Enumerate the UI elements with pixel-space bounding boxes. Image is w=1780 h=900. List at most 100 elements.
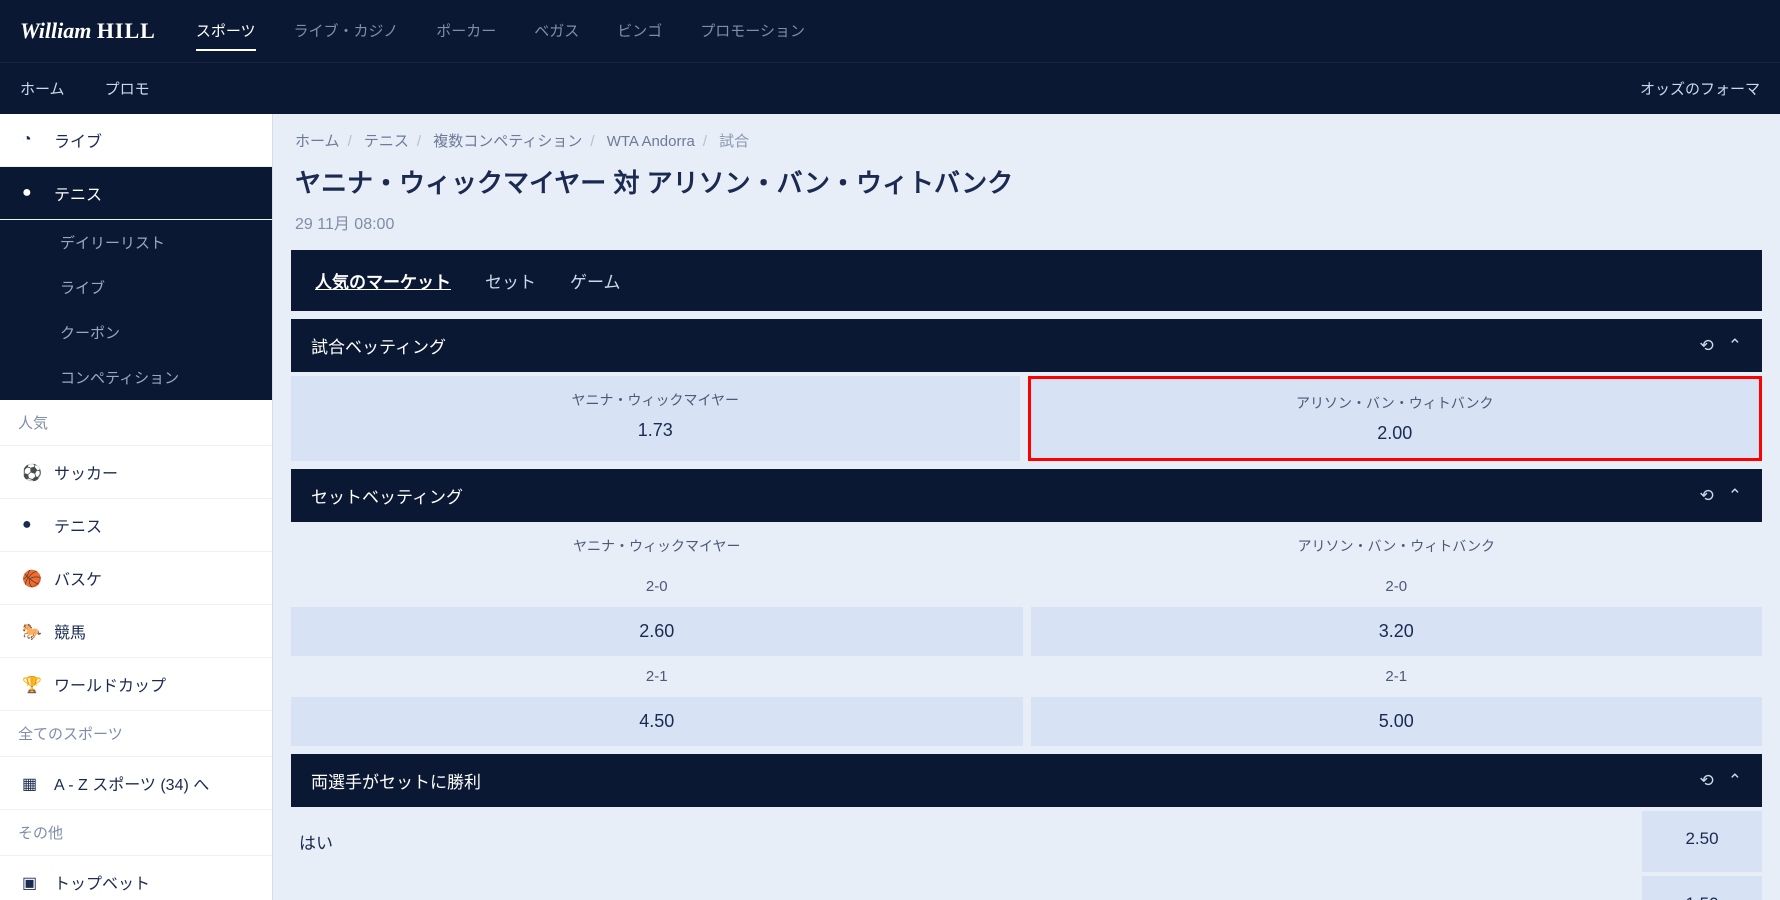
sidebar-sub-competition[interactable]: コンペティション [0,355,272,400]
basketball-icon: 🏀 [22,569,40,587]
sidebar-horse-label: 競馬 [54,619,86,643]
crumb-home[interactable]: ホーム [295,133,340,150]
set-p1-odds0[interactable]: 2.60 [291,607,1023,656]
sidebar-sub-coupon[interactable]: クーポン [0,310,272,355]
sidebar: ◔ ライブ ● テニス デイリーリスト ライブ クーポン コンペティション 人気… [0,114,273,900]
set-p1-col: ヤニナ・ウィックマイヤー 2-0 2.60 2-1 4.50 [291,526,1023,746]
refresh-icon[interactable]: ⟲ [1700,771,1714,791]
tab-popular[interactable]: 人気のマーケット [315,268,451,293]
bothwin-yes-label: はい [291,811,1634,872]
bothwin-yes-odds[interactable]: 2.50 [1642,811,1762,872]
tennis-icon: ● [22,516,40,534]
top-nav-livecasino[interactable]: ライブ・カジノ [294,12,399,51]
sidebar-topbet[interactable]: ▣ トップベット [0,856,272,900]
sidebar-popular-head: 人気 [0,400,272,446]
odds-format-label[interactable]: オッズのフォーマ [1640,78,1760,99]
set-p1-odds1[interactable]: 4.50 [291,697,1023,746]
set-p2-score0: 2-0 [1031,570,1763,603]
tab-game[interactable]: ゲーム [570,268,621,293]
logo-post: HILL [97,18,156,43]
top-nav-sports[interactable]: スポーツ [196,12,256,51]
chevron-up-icon[interactable]: ⌃ [1728,486,1742,506]
set-p1-score1: 2-1 [291,660,1023,693]
set-p2-col: アリソン・バン・ウィトバンク 2-0 3.20 2-1 5.00 [1031,526,1763,746]
soccer-icon: ⚽ [22,463,40,481]
crumb-competitions[interactable]: 複数コンペティション [433,133,582,150]
sidebar-sub-daily[interactable]: デイリーリスト [0,220,272,265]
sidebar-other-head: その他 [0,810,272,856]
set-p1-name: ヤニナ・ウィックマイヤー [291,526,1023,566]
market-match: 試合ベッティング ⟲ ⌃ ヤニナ・ウィックマイヤー 1.73 アリソン・バン・ウ… [291,319,1762,461]
refresh-icon[interactable]: ⟲ [1700,336,1714,356]
sub-nav: ホーム プロモ [20,78,150,99]
match-p1-odds: 1.73 [291,420,1020,441]
sidebar-worldcup-label: ワールドカップ [54,672,166,696]
main-content: ホーム/ テニス/ 複数コンペティション/ WTA Andorra/ 試合 ヤニ… [273,114,1780,900]
market-match-head[interactable]: 試合ベッティング ⟲ ⌃ [291,319,1762,372]
tennis-icon: ● [22,184,40,202]
sidebar-sub-live[interactable]: ライブ [0,265,272,310]
market-bothwin: 両選手がセットに勝利 ⟲ ⌃ はい 2.50 いいえ 1.50 [291,754,1762,900]
trophy-icon: 🏆 [22,675,40,693]
match-p2-name: アリソン・バン・ウィトバンク [1031,393,1760,413]
sidebar-tennis2[interactable]: ● テニス [0,499,272,552]
sub-bar: ホーム プロモ オッズのフォーマ [0,62,1780,114]
tab-set[interactable]: セット [485,268,536,293]
market-bothwin-title: 両選手がセットに勝利 [311,768,481,793]
set-p1-score0: 2-0 [291,570,1023,603]
crumb-match: 試合 [719,133,749,150]
sidebar-soccer[interactable]: ⚽ サッカー [0,446,272,499]
sidebar-worldcup[interactable]: 🏆 ワールドカップ [0,658,272,711]
top-nav-promo[interactable]: プロモーション [700,12,805,51]
crumb-tennis[interactable]: テニス [364,133,409,150]
logo-pre: William [20,18,91,43]
sidebar-soccer-label: サッカー [54,460,118,484]
match-p2-cell[interactable]: アリソン・バン・ウィトバンク 2.00 [1028,376,1763,461]
market-set-title: セットベッティング [311,483,463,508]
sidebar-az-label: A - Z スポーツ (34) へ [54,771,209,795]
logo[interactable]: William HILL [20,18,156,44]
chevron-up-icon[interactable]: ⌃ [1728,771,1742,791]
sidebar-tennis2-label: テニス [54,513,102,537]
crumb-wta[interactable]: WTA Andorra [607,133,695,150]
top-bar: William HILL スポーツ ライブ・カジノ ポーカー ベガス ビンゴ プ… [0,0,1780,62]
set-p2-odds1[interactable]: 5.00 [1031,697,1763,746]
square-icon: ▣ [22,873,40,891]
sidebar-tennis[interactable]: ● テニス [0,167,272,220]
sidebar-basket[interactable]: 🏀 バスケ [0,552,272,605]
top-nav: スポーツ ライブ・カジノ ポーカー ベガス ビンゴ プロモーション [196,12,805,51]
market-tabs: 人気のマーケット セット ゲーム [291,250,1762,311]
market-set: セットベッティング ⟲ ⌃ ヤニナ・ウィックマイヤー 2-0 2.60 2-1 4… [291,469,1762,746]
market-set-head[interactable]: セットベッティング ⟲ ⌃ [291,469,1762,522]
market-head-icons: ⟲ ⌃ [1700,336,1743,356]
match-p2-odds: 2.00 [1031,423,1760,444]
clock-icon: ◔ [22,131,40,149]
bothwin-no-label: いいえ [291,876,1634,900]
sub-nav-home[interactable]: ホーム [20,78,65,99]
top-nav-poker[interactable]: ポーカー [436,12,496,51]
set-p2-name: アリソン・バン・ウィトバンク [1031,526,1763,566]
page-title: ヤニナ・ウィックマイヤー 対 アリソン・バン・ウィトバンク [273,157,1780,206]
sidebar-live-label: ライブ [54,128,102,152]
match-p1-name: ヤニナ・ウィックマイヤー [291,390,1020,410]
sidebar-submenu: デイリーリスト ライブ クーポン コンペティション [0,220,272,400]
sidebar-basket-label: バスケ [54,566,102,590]
top-nav-bingo[interactable]: ビンゴ [617,12,662,51]
chevron-up-icon[interactable]: ⌃ [1728,336,1742,356]
match-p1-cell[interactable]: ヤニナ・ウィックマイヤー 1.73 [291,376,1020,461]
sub-nav-promo[interactable]: プロモ [105,78,150,99]
top-nav-vegas[interactable]: ベガス [534,12,579,51]
refresh-icon[interactable]: ⟲ [1700,486,1714,506]
sidebar-horse[interactable]: 🐎競馬 [0,605,272,658]
set-p2-odds0[interactable]: 3.20 [1031,607,1763,656]
bothwin-no-odds[interactable]: 1.50 [1642,876,1762,900]
sidebar-allsports-head: 全てのスポーツ [0,711,272,757]
market-bothwin-head[interactable]: 両選手がセットに勝利 ⟲ ⌃ [291,754,1762,807]
sidebar-topbet-label: トップベット [54,870,150,894]
breadcrumb: ホーム/ テニス/ 複数コンペティション/ WTA Andorra/ 試合 [273,114,1780,157]
sidebar-live[interactable]: ◔ ライブ [0,114,272,167]
az-icon: ▦ [22,774,40,792]
market-match-title: 試合ベッティング [311,333,446,358]
sidebar-az-sports[interactable]: ▦ A - Z スポーツ (34) へ [0,757,272,810]
set-p2-score1: 2-1 [1031,660,1763,693]
